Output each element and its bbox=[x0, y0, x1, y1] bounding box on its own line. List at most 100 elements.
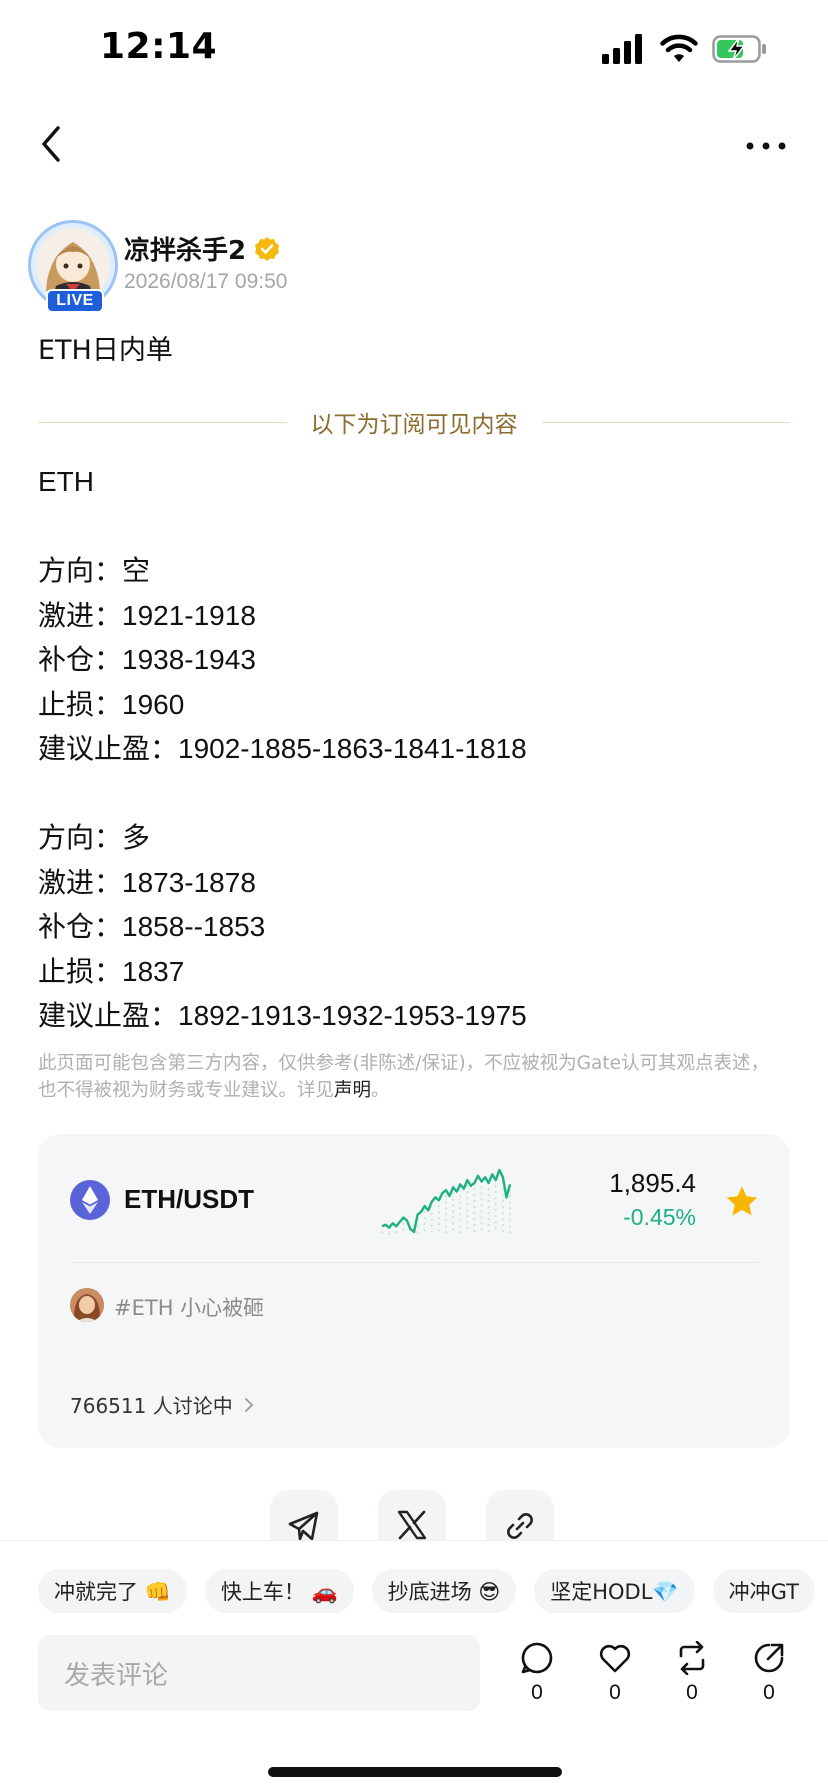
card-divider bbox=[70, 1262, 758, 1263]
content-line: 建议止盈：1892-1913-1932-1953-1975 bbox=[38, 1000, 527, 1031]
sparkline-fill-dot bbox=[444, 1213, 448, 1216]
sparkline-fill-dot bbox=[459, 1231, 462, 1234]
market-card[interactable]: ETH/USDT 1,895.4 -0.45% #ETH 小心被砸 766511… bbox=[38, 1134, 790, 1448]
disclaimer: 此页面可能包含第三方内容，仅供参考(非陈述/保证)，不应被视为Gate认可其观点… bbox=[38, 1050, 778, 1104]
sparkline-fill-dot bbox=[430, 1206, 433, 1209]
sparkline-fill-dot bbox=[480, 1216, 483, 1219]
sparkline-fill-dot bbox=[487, 1187, 490, 1191]
sparkline-fill-dot bbox=[487, 1217, 490, 1221]
content-line: 激进：1921-1918 bbox=[38, 599, 256, 631]
discussion-count[interactable]: 766511 人讨论中 bbox=[70, 1390, 255, 1419]
back-arrow-icon[interactable] bbox=[34, 122, 70, 166]
repost-action[interactable]: 0 bbox=[667, 1641, 717, 1705]
comment-action[interactable]: 0 bbox=[512, 1641, 562, 1705]
sparkline-fill-dot bbox=[508, 1219, 512, 1222]
sparkline-fill-dot bbox=[487, 1193, 490, 1197]
post-title: ETH日内单 bbox=[38, 335, 173, 366]
sparkline-fill-dot bbox=[430, 1218, 433, 1221]
sparkline-fill-dot bbox=[395, 1231, 398, 1234]
sparkline-fill-dot bbox=[501, 1212, 504, 1215]
wifi-icon bbox=[660, 34, 698, 62]
sparkline-fill-dot bbox=[430, 1230, 433, 1233]
comment-icon bbox=[521, 1642, 553, 1674]
sparkline-fill-dot bbox=[494, 1202, 497, 1206]
sparkline-fill-dot bbox=[494, 1196, 497, 1200]
sparkline-fill-dot bbox=[466, 1214, 469, 1218]
sparkline-fill-dot bbox=[452, 1216, 455, 1219]
disclaimer-text: 此页面可能包含第三方内容，仅供参考(非陈述/保证)，不应被视为Gate认可其观点… bbox=[38, 1053, 769, 1101]
chevron-right-icon bbox=[244, 1397, 253, 1412]
sparkline-fill-dot bbox=[437, 1211, 440, 1214]
sparkline-fill-dot bbox=[473, 1229, 476, 1233]
sparkline-fill-dot bbox=[459, 1213, 462, 1216]
share-action[interactable]: 0 bbox=[744, 1641, 794, 1705]
sparkline-fill-dot bbox=[480, 1198, 483, 1201]
quick-reply-chip[interactable]: 快上车！ 🚗 bbox=[204, 1569, 354, 1613]
sparkline-fill-dot bbox=[430, 1224, 433, 1227]
sparkline-fill-dot bbox=[501, 1224, 504, 1227]
sparkline-fill-dot bbox=[437, 1205, 440, 1208]
sparkline-fill-dot bbox=[437, 1223, 440, 1226]
content-line: 建议止盈：1902-1885-1863-1841-1818 bbox=[38, 733, 527, 764]
sparkline-fill-dot bbox=[380, 1231, 384, 1234]
quick-reply-chip[interactable]: 冲冲GT bbox=[712, 1569, 815, 1613]
disclaimer-link[interactable]: 声明 bbox=[334, 1080, 371, 1101]
verified-badge-icon bbox=[255, 236, 280, 261]
repost-count: 0 bbox=[686, 1681, 698, 1704]
sparkline-fill-dot bbox=[459, 1189, 462, 1192]
quick-reply-chip[interactable]: 抄底进场 😎 bbox=[371, 1569, 517, 1613]
sparkline-fill-dot bbox=[501, 1218, 504, 1221]
author-name[interactable]: 凉拌杀手2 bbox=[124, 230, 280, 267]
content-line: 止损：1837 bbox=[38, 955, 185, 987]
comment-input[interactable]: 发表评论 bbox=[38, 1635, 480, 1711]
sparkline-fill-dot bbox=[437, 1217, 440, 1220]
sparkline-fill-dot bbox=[473, 1199, 476, 1203]
sparkline-fill-dot bbox=[501, 1230, 504, 1233]
sparkline-fill-dot bbox=[452, 1192, 455, 1195]
sparkline-fill-dot bbox=[459, 1195, 462, 1198]
sparkline-fill-dot bbox=[494, 1190, 497, 1194]
quick-reply-chip[interactable]: 冲就完了 👊 bbox=[38, 1569, 187, 1613]
more-options-icon[interactable] bbox=[742, 128, 790, 164]
like-action[interactable]: 0 bbox=[590, 1641, 640, 1705]
divider-line-right bbox=[541, 421, 790, 423]
sparkline-fill-dot bbox=[423, 1210, 426, 1214]
content-line: 方向：多 bbox=[38, 822, 151, 853]
battery-charging-icon bbox=[712, 35, 766, 63]
sparkline-fill-dot bbox=[444, 1195, 448, 1198]
sparkline-fill-dot bbox=[480, 1222, 483, 1225]
sparkline-fill-dot bbox=[508, 1213, 512, 1216]
author-avatar[interactable]: LIVE bbox=[28, 220, 118, 313]
x-icon bbox=[397, 1510, 427, 1540]
sparkline-fill-dot bbox=[480, 1204, 483, 1207]
sparkline-fill-dot bbox=[494, 1220, 497, 1224]
sparkline-fill-dot bbox=[402, 1222, 405, 1225]
sparkline-fill-dot bbox=[487, 1199, 490, 1203]
sparkline-fill-dot bbox=[444, 1201, 448, 1204]
sparkline-fill-dot bbox=[423, 1228, 426, 1232]
heart-icon bbox=[599, 1644, 631, 1673]
sparkline-fill-dot bbox=[501, 1206, 504, 1209]
sparkline-fill-dot bbox=[508, 1207, 512, 1210]
favorite-star-icon[interactable] bbox=[724, 1184, 760, 1220]
divider-line-left bbox=[38, 421, 287, 423]
author-name-label: 凉拌杀手2 bbox=[124, 236, 247, 266]
sparkline-fill-dot bbox=[466, 1208, 469, 1212]
sparkline-line bbox=[381, 1168, 512, 1234]
sparkline-fill-dot bbox=[444, 1207, 448, 1210]
sparkline-fill-dot bbox=[452, 1210, 455, 1213]
quick-reply-chip[interactable]: 坚定HODL💎 bbox=[534, 1569, 695, 1613]
sparkline-fill-dot bbox=[494, 1226, 497, 1230]
sparkline-fill-dot bbox=[452, 1204, 455, 1207]
status-time: 12:14 bbox=[100, 26, 218, 67]
sparkline-fill-dot bbox=[444, 1231, 448, 1234]
sparkline-fill-dot bbox=[466, 1220, 469, 1224]
sparkline-fill-dot bbox=[444, 1219, 448, 1222]
sparkline-fill-dot bbox=[501, 1194, 504, 1197]
topic-hashtag[interactable]: #ETH 小心被砸 bbox=[114, 1292, 264, 1322]
sparkline-fill-dot bbox=[466, 1184, 469, 1188]
sparkline-fill-dot bbox=[501, 1200, 504, 1203]
cellular-signal-icon bbox=[602, 34, 642, 64]
share-icon bbox=[754, 1643, 784, 1673]
